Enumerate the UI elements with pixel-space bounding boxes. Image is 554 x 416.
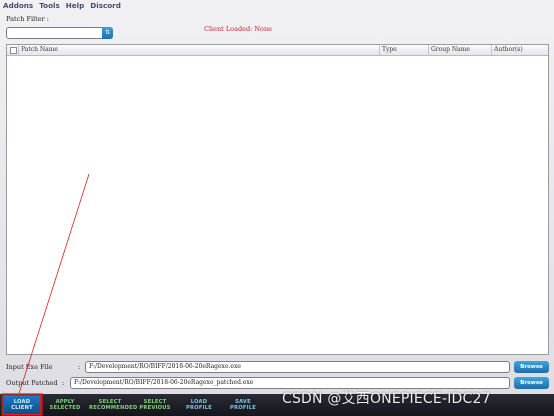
output-patched-label: Output Patched: [6, 379, 58, 387]
table-header: Patch Name Type Group Name Author(s): [7, 45, 548, 56]
watermark-text: CSDN @艾西ONEPIECE-IDC27: [282, 391, 491, 407]
column-group-name[interactable]: Group Name: [429, 45, 492, 55]
save-profile-button[interactable]: SAVE PROFILE: [224, 395, 262, 415]
input-exe-label: Input Exe File: [6, 363, 53, 371]
checkbox-icon[interactable]: [10, 47, 17, 54]
menu-addons[interactable]: Addons: [3, 1, 33, 10]
load-client-line2: CLIENT: [11, 405, 33, 411]
load-client-button[interactable]: LOAD CLIENT: [3, 395, 41, 415]
apply-selected-button[interactable]: APPLY SELECTED: [46, 395, 84, 415]
patch-filter-input[interactable]: [9, 29, 103, 37]
select-recommended-button[interactable]: SELECT RECOMMENDED: [89, 395, 138, 415]
sort-icon[interactable]: ⇅: [102, 27, 113, 39]
menu-discord[interactable]: Discord: [90, 1, 121, 10]
menubar: Addons Tools Help Discord: [0, 0, 554, 11]
apply-selected-line2: SELECTED: [49, 405, 81, 411]
select-previous-button[interactable]: SELECT PREVIOUS: [135, 395, 175, 415]
save-profile-line2: PROFILE: [230, 405, 256, 411]
input-exe-field[interactable]: F:/Development/RO/BIFF/2018-06-20eRagexe…: [85, 361, 510, 373]
app-window: Addons Tools Help Discord Patch Filter :…: [0, 0, 554, 416]
column-type[interactable]: Type: [380, 45, 429, 55]
patch-filter-label: Patch Filter :: [6, 15, 49, 23]
patch-table[interactable]: Patch Name Type Group Name Author(s): [6, 44, 549, 355]
load-profile-line2: PROFILE: [186, 405, 212, 411]
input-exe-colon: :: [78, 363, 81, 371]
menu-help[interactable]: Help: [66, 1, 85, 10]
output-patched-colon: :: [62, 379, 65, 387]
column-authors[interactable]: Author(s): [492, 45, 548, 55]
load-profile-button[interactable]: LOAD PROFILE: [180, 395, 218, 415]
input-browse-button[interactable]: Browse: [514, 361, 549, 373]
patch-filter-box: ⇅: [6, 27, 113, 39]
select-recommended-line2: RECOMMENDED: [89, 405, 138, 411]
column-patch-name[interactable]: Patch Name: [19, 45, 380, 55]
select-all-header[interactable]: [7, 45, 19, 55]
client-loaded-status: Client Loaded: None: [204, 25, 273, 33]
output-browse-button[interactable]: Browse: [514, 377, 549, 389]
menu-tools[interactable]: Tools: [39, 1, 60, 10]
select-previous-line2: PREVIOUS: [139, 405, 171, 411]
